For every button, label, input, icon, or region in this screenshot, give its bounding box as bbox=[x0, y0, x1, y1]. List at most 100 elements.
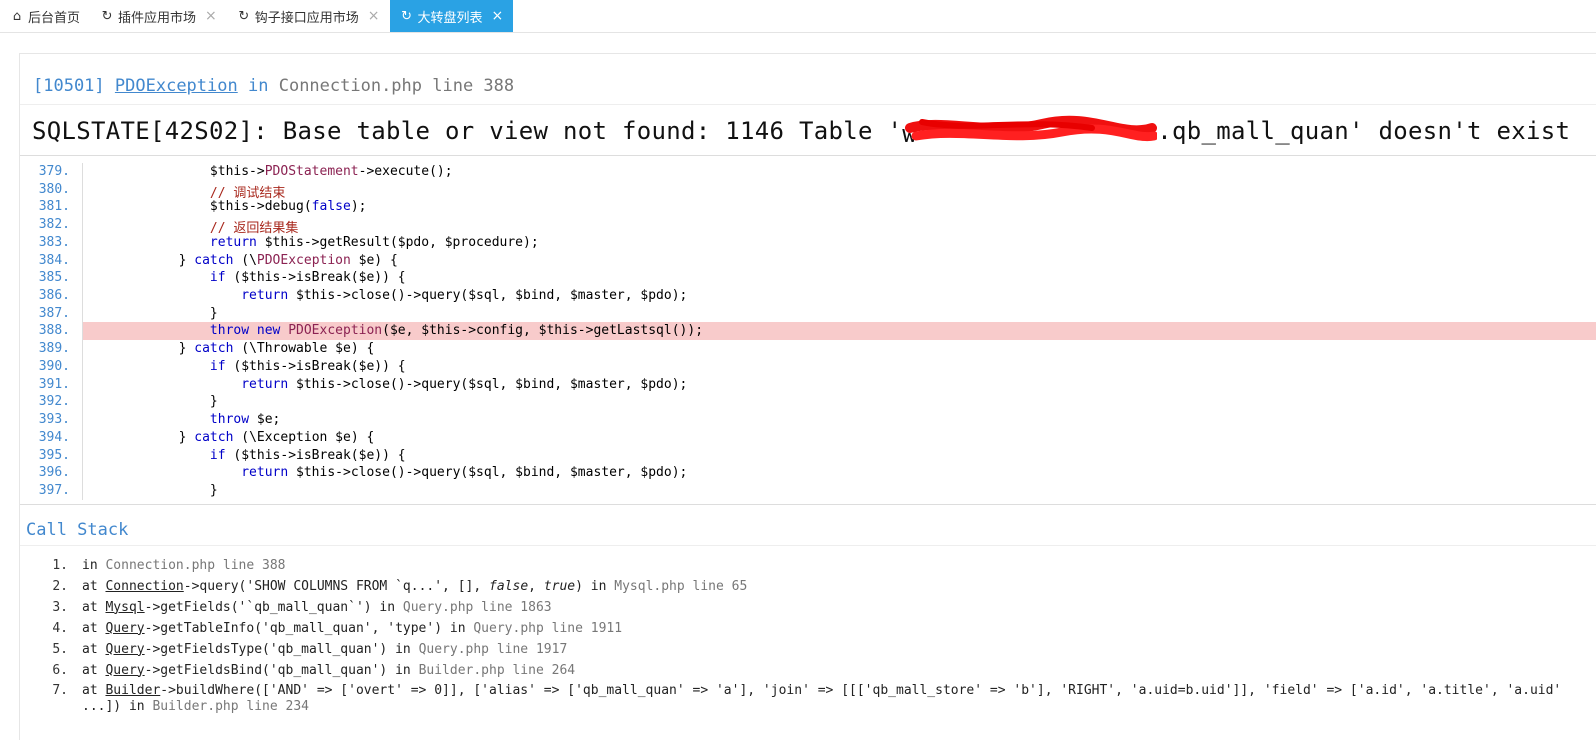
source-line: 383. return $this->getResult($pdo, $proc… bbox=[20, 233, 1596, 252]
line-number: 393. bbox=[38, 412, 70, 428]
line-number: 379. bbox=[38, 164, 70, 179]
source-line-text: $this->PDOStatement->execute(); bbox=[116, 164, 453, 179]
stack-frame-text: at Query->getFieldsBind('qb_mall_quan') … bbox=[82, 662, 576, 678]
source-line-text: return $this->close()->query($sql, $bind… bbox=[241, 376, 688, 392]
tab-label: 后台首页 bbox=[28, 10, 81, 26]
line-number: 391. bbox=[38, 376, 70, 392]
line-number: 394. bbox=[38, 429, 70, 445]
stack-frame-number: 6. bbox=[52, 662, 68, 678]
exception-panel: [10501] PDOException in Connection.php l… bbox=[19, 53, 1596, 740]
gutter-divider bbox=[82, 322, 83, 341]
source-line: 386. return $this->close()->query($sql, … bbox=[20, 287, 1596, 306]
source-line-text: } bbox=[116, 305, 218, 321]
source-line-text: } catch (\Exception $e) { bbox=[116, 429, 375, 445]
source-line-text: return $this->close()->query($sql, $bind… bbox=[241, 288, 688, 304]
gutter-divider bbox=[82, 233, 83, 252]
source-line: 395. if ($this->isBreak($e)) { bbox=[20, 446, 1596, 465]
source-line: 380. // 调试结束 bbox=[20, 180, 1596, 201]
redacted-database-name: w bbox=[902, 115, 1158, 148]
exception-header: [10501] PDOException in Connection.php l… bbox=[33, 76, 514, 96]
source-line-text: return $this->getResult($pdo, $procedure… bbox=[209, 234, 539, 250]
source-line-text: $this->debug(false); bbox=[116, 199, 367, 215]
source-line-text: throw $e; bbox=[209, 412, 281, 428]
gutter-divider bbox=[82, 464, 83, 483]
source-line-text: throw new PDOException($e, $this->config… bbox=[209, 323, 704, 339]
gutter-divider bbox=[82, 216, 83, 235]
stack-frame-number: 1. bbox=[52, 558, 68, 573]
source-line: 390. if ($this->isBreak($e)) { bbox=[20, 357, 1596, 376]
gutter-divider bbox=[82, 375, 83, 394]
source-code-view: 379. $this->PDOStatement->execute(); 380.… bbox=[20, 157, 1596, 505]
line-number: 386. bbox=[38, 288, 70, 304]
source-line: 392. } bbox=[20, 393, 1596, 412]
gutter-divider bbox=[82, 304, 83, 323]
line-number: 380. bbox=[38, 181, 70, 197]
call-stack-divider bbox=[20, 545, 1596, 546]
source-line-text: } bbox=[116, 482, 218, 498]
stack-frame-text: in Connection.php line 388 bbox=[82, 558, 286, 573]
stack-frame-text: at Builder->buildWhere(['AND' => ['overt… bbox=[82, 683, 1562, 699]
gutter-divider bbox=[82, 198, 83, 217]
tab-bar: ⌂ 后台首页 ↻ 插件应用市场 × ↻ 钩子接口应用市场 × ↻ 大转盘列表 × bbox=[0, 0, 1596, 33]
refresh-icon: ↻ bbox=[238, 8, 250, 24]
gutter-divider bbox=[82, 393, 83, 412]
line-number: 388. bbox=[38, 323, 70, 339]
line-number: 382. bbox=[38, 217, 70, 233]
gutter-divider bbox=[82, 411, 83, 430]
source-line-text: if ($this->isBreak($e)) { bbox=[209, 270, 406, 286]
line-number: 389. bbox=[38, 341, 70, 357]
source-line-text: } bbox=[116, 394, 218, 410]
source-line: 381. $this->debug(false); bbox=[20, 198, 1596, 217]
tab-3[interactable]: ↻ 钩子接口应用市场 × bbox=[227, 0, 390, 32]
home-icon: ⌂ bbox=[12, 8, 22, 24]
error-message: SQLSTATE[42S02]: Base table or view not … bbox=[32, 115, 1571, 148]
gutter-divider bbox=[82, 357, 83, 376]
stack-frame-number: 3. bbox=[52, 599, 68, 615]
line-number: 392. bbox=[38, 394, 70, 410]
refresh-icon: ↻ bbox=[401, 8, 412, 24]
line-number: 395. bbox=[38, 447, 70, 463]
gutter-divider bbox=[82, 269, 83, 288]
stack-frame-number: 5. bbox=[52, 641, 68, 657]
gutter-divider bbox=[82, 340, 83, 359]
tab-label: 大转盘列表 bbox=[417, 10, 483, 26]
source-line: 385. if ($this->isBreak($e)) { bbox=[20, 269, 1596, 288]
tab-label: 插件应用市场 bbox=[118, 10, 197, 26]
source-line: 389. } catch (\Throwable $e) { bbox=[20, 340, 1596, 359]
source-line-text: return $this->close()->query($sql, $bind… bbox=[241, 465, 688, 481]
tab-4[interactable]: ↻ 大转盘列表 × bbox=[389, 0, 514, 32]
source-line: 382. // 返回结果集 bbox=[20, 216, 1596, 236]
line-number: 384. bbox=[38, 252, 70, 268]
line-number: 397. bbox=[38, 482, 70, 498]
source-line-text: if ($this->isBreak($e)) { bbox=[209, 358, 406, 374]
tab-2[interactable]: ↻ 插件应用市场 × bbox=[90, 0, 227, 32]
close-icon[interactable]: × bbox=[492, 8, 504, 24]
error-message-suffix: .qb_mall_quan' doesn't exist bbox=[1157, 117, 1571, 145]
close-icon[interactable]: × bbox=[368, 8, 380, 24]
source-line: 393. throw $e; bbox=[20, 411, 1596, 430]
call-stack-title: Call Stack bbox=[26, 520, 129, 540]
tab-label: 钩子接口应用市场 bbox=[254, 10, 359, 26]
stack-frame-number: 7. bbox=[52, 683, 68, 699]
source-line: 379. $this->PDOStatement->execute(); bbox=[20, 163, 1596, 181]
stack-frame-text: at Query->getFieldsType('qb_mall_quan') … bbox=[82, 641, 568, 657]
close-icon[interactable]: × bbox=[205, 8, 217, 24]
line-number: 387. bbox=[38, 305, 70, 321]
stack-frame-text: at Connection->query('SHOW COLUMNS FROM … bbox=[82, 578, 748, 594]
error-message-prefix: SQLSTATE[42S02]: Base table or view not … bbox=[32, 117, 903, 145]
line-number: 390. bbox=[38, 358, 70, 374]
line-number: 396. bbox=[38, 465, 70, 481]
gutter-divider bbox=[82, 163, 83, 181]
source-line-error: 388. throw new PDOException($e, $this->c… bbox=[20, 322, 1596, 341]
tab-1[interactable]: ⌂ 后台首页 bbox=[0, 0, 90, 32]
source-line: 397. } bbox=[20, 481, 1596, 500]
error-code: [10501] bbox=[33, 76, 105, 96]
refresh-icon: ↻ bbox=[101, 8, 113, 24]
gutter-divider bbox=[82, 481, 83, 500]
gutter-divider bbox=[82, 446, 83, 465]
red-scribble-redaction bbox=[905, 115, 1158, 142]
stack-frame-text: at Query->getTableInfo('qb_mall_quan', '… bbox=[82, 620, 623, 636]
exception-class-link[interactable]: PDOException bbox=[115, 76, 238, 96]
gutter-divider bbox=[82, 180, 83, 199]
source-line: 396. return $this->close()->query($sql, … bbox=[20, 464, 1596, 483]
